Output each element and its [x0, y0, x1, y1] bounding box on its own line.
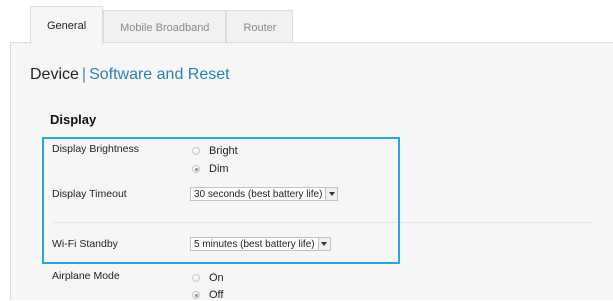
breadcrumb-current: Device	[30, 66, 79, 83]
tab-bar: General Mobile Broadband Router	[30, 6, 294, 44]
breadcrumb: Device | Software and Reset	[30, 66, 230, 84]
radio-label: On	[209, 272, 224, 284]
radio-checked-icon	[192, 291, 200, 299]
section-title: Display	[50, 112, 97, 127]
airplane-label: Airplane Mode	[52, 270, 120, 282]
radio-unchecked-icon	[192, 274, 200, 282]
tab-label: General	[47, 19, 87, 32]
tab-mobile-broadband[interactable]: Mobile Broadband	[103, 10, 227, 44]
software-reset-link[interactable]: Software and Reset	[89, 66, 230, 84]
breadcrumb-separator: |	[81, 66, 87, 83]
highlight-box	[42, 137, 400, 264]
airplane-on-radio[interactable]: On	[192, 272, 224, 284]
tab-router[interactable]: Router	[226, 10, 294, 44]
tab-label: Router	[243, 21, 277, 34]
tab-label: Mobile Broadband	[120, 21, 210, 34]
airplane-off-radio[interactable]: Off	[192, 289, 223, 301]
tab-general[interactable]: General	[30, 6, 104, 44]
radio-label: Off	[209, 289, 224, 301]
